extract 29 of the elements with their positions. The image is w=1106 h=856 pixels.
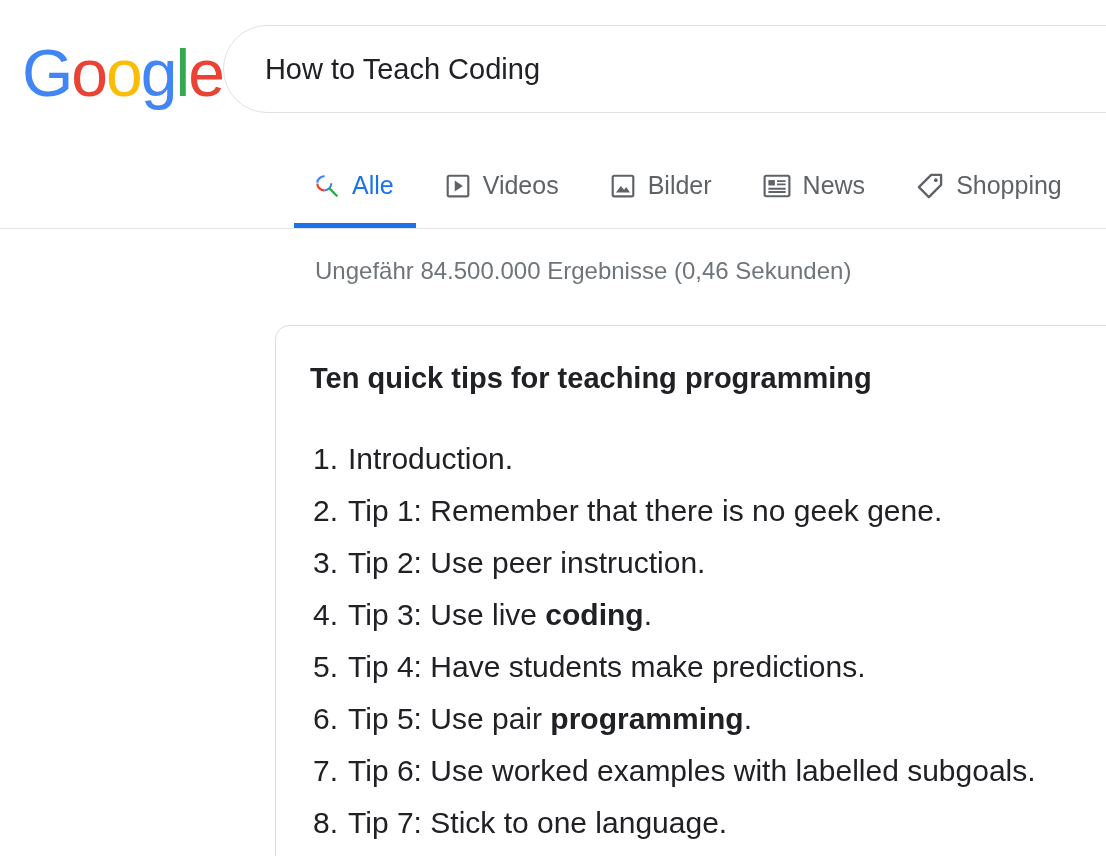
list-item-text: Tip 6: Use worked examples with labelled subgoals.: [348, 753, 1036, 789]
tab[interactable]: Videos: [422, 140, 581, 228]
list-number: 6.: [313, 701, 339, 737]
tab[interactable]: News: [740, 140, 888, 228]
tab[interactable]: Alle: [294, 140, 416, 228]
list-item-text: Tip 5: Use pair programming.: [348, 701, 753, 737]
list-item-text: Tip 7: Stick to one language.: [348, 805, 728, 841]
search-field[interactable]: How to Teach Coding: [222, 25, 1106, 113]
list-number: 8.: [313, 805, 339, 841]
list-item-text: Tip 4: Have students make predictions.: [348, 649, 866, 685]
list-number: 5.: [313, 649, 339, 685]
list-item-text: Introduction.: [348, 441, 514, 477]
list-number: 3.: [313, 545, 339, 581]
result-stats: Ungefähr 84.500.000 Ergebnisse (0,46 Sekunden): [315, 257, 853, 285]
search-icon: [314, 172, 340, 199]
snippet-title: Ten quick tips for teaching programming: [310, 362, 873, 395]
tab[interactable]: Shopping: [894, 140, 1084, 228]
tab[interactable]: Bilder: [587, 140, 734, 228]
image-icon: [609, 172, 636, 199]
play-icon: [444, 172, 471, 199]
list-number: 2.: [313, 493, 339, 529]
list-number: 4.: [313, 597, 339, 633]
list-item-text: Tip 3: Use live coding.: [348, 597, 652, 633]
list-item-text: Tip 1: Remember that there is no geek gene.: [348, 493, 943, 529]
newspaper-icon: [762, 173, 791, 198]
list-number: 1.: [313, 441, 339, 477]
list-number: 7.: [313, 753, 339, 789]
list-item-text: Tip 2: Use peer instruction.: [348, 545, 706, 581]
tag-icon: [916, 171, 945, 200]
